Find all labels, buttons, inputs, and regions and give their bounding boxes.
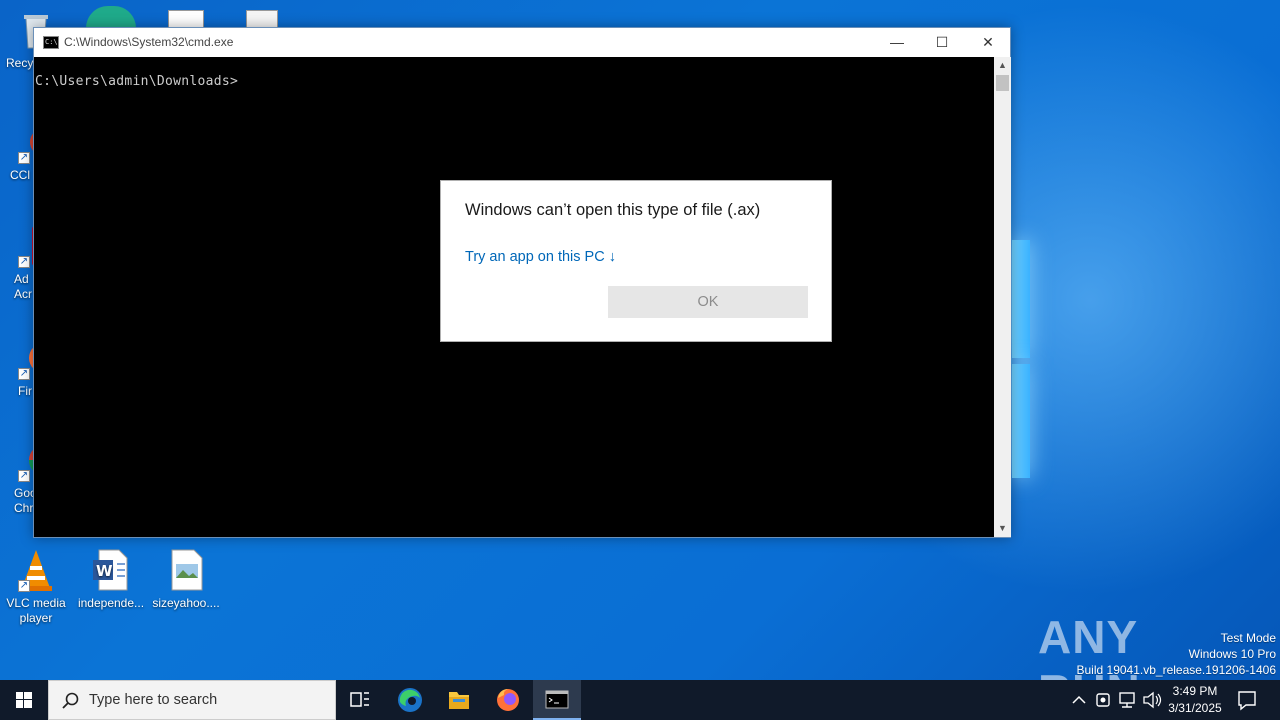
scroll-up-arrow-icon[interactable]: ▲ <box>994 57 1011 74</box>
word-document-icon: W <box>89 548 133 592</box>
task-view-button[interactable] <box>336 680 384 720</box>
firefox-icon <box>497 689 519 711</box>
shortcut-arrow-icon: ↗ <box>18 368 30 380</box>
shortcut-arrow-icon: ↗ <box>18 580 30 592</box>
scroll-down-arrow-icon[interactable]: ▼ <box>994 520 1011 537</box>
command-prompt: C:\Users\admin\Downloads> <box>35 74 239 89</box>
notification-icon <box>1238 691 1256 711</box>
image-file-icon <box>164 548 208 592</box>
task-view-icon <box>350 692 369 707</box>
os-watermark: Test Mode Windows 10 Pro Build 19041.vb_… <box>1077 630 1277 678</box>
shortcut-arrow-icon: ↗ <box>18 152 30 164</box>
taskbar-clock[interactable]: 3:49 PM 3/31/2025 <box>1160 683 1230 717</box>
edge-shortcut-icon-partial[interactable] <box>86 6 136 28</box>
tray-app-button[interactable] <box>1092 680 1114 720</box>
network-button[interactable] <box>1115 680 1139 720</box>
shortcut-arrow-icon: ↗ <box>18 256 30 268</box>
cmd-icon <box>545 690 569 709</box>
cmd-titlebar[interactable]: C:\ C:\Windows\System32\cmd.exe — ☐ ✕ <box>34 28 1010 57</box>
try-app-link[interactable]: Try an app on this PC ↓ <box>465 249 616 265</box>
vlc-cone-icon: ↗ <box>14 548 58 592</box>
desktop-icon-label: sizeyahoo.... <box>152 596 220 610</box>
clock-time: 3:49 PM <box>1172 684 1218 698</box>
windows-start-icon <box>16 692 32 708</box>
clock-date: 3/31/2025 <box>1168 701 1222 715</box>
close-button[interactable]: ✕ <box>965 28 1011 57</box>
taskbar: Type here to search 3:49 PM 3/31/2025 <box>0 680 1280 720</box>
taskbar-edge[interactable] <box>386 680 434 720</box>
desktop-icon-label: VLC media player <box>6 596 66 625</box>
taskbar-cmd[interactable] <box>533 680 581 720</box>
cmd-app-icon: C:\ <box>43 36 59 49</box>
vertical-scrollbar[interactable]: ▲ ▼ <box>994 57 1011 537</box>
network-icon <box>1119 692 1135 708</box>
taskbar-file-explorer[interactable] <box>435 680 483 720</box>
search-icon <box>62 692 79 709</box>
window-title: C:\Windows\System32\cmd.exe <box>64 35 234 49</box>
search-placeholder: Type here to search <box>89 692 218 708</box>
edge-icon <box>398 688 422 712</box>
desktop-icon-word-document[interactable]: W independe... <box>73 548 149 611</box>
folder-icon <box>449 692 469 709</box>
desktop-icon-label: independe... <box>77 596 145 610</box>
taskbar-search-box[interactable]: Type here to search <box>48 680 336 720</box>
svg-text:W: W <box>96 562 113 580</box>
tray-app-icon <box>1096 693 1110 707</box>
start-button[interactable] <box>0 680 48 720</box>
watermark-build: Build 19041.vb_release.191206-1406 <box>1076 663 1277 677</box>
show-hidden-icons-button[interactable] <box>1068 680 1090 720</box>
maximize-button[interactable]: ☐ <box>919 28 965 57</box>
dialog-heading: Windows can’t open this type of file (.a… <box>465 201 761 219</box>
chevron-up-icon <box>1072 695 1086 704</box>
cannot-open-file-dialog: Windows can’t open this type of file (.a… <box>440 180 832 342</box>
minimize-button[interactable]: — <box>874 28 920 57</box>
watermark-test-mode: Test Mode <box>1220 631 1276 645</box>
taskbar-firefox[interactable] <box>484 680 532 720</box>
ok-button[interactable]: OK <box>608 286 808 318</box>
watermark-edition: Windows 10 Pro <box>1188 647 1276 661</box>
action-center-button[interactable] <box>1232 680 1262 720</box>
shortcut-arrow-icon: ↗ <box>18 470 30 482</box>
desktop-icon-vlc[interactable]: ↗ VLC media player <box>0 548 74 626</box>
document-icon-partial[interactable] <box>168 10 204 28</box>
windows-logo-wallpaper <box>1012 240 1032 480</box>
desktop-icon-image-file[interactable]: sizeyahoo.... <box>148 548 224 611</box>
scrollbar-thumb[interactable] <box>996 75 1009 91</box>
file-icon-partial[interactable] <box>246 10 278 28</box>
